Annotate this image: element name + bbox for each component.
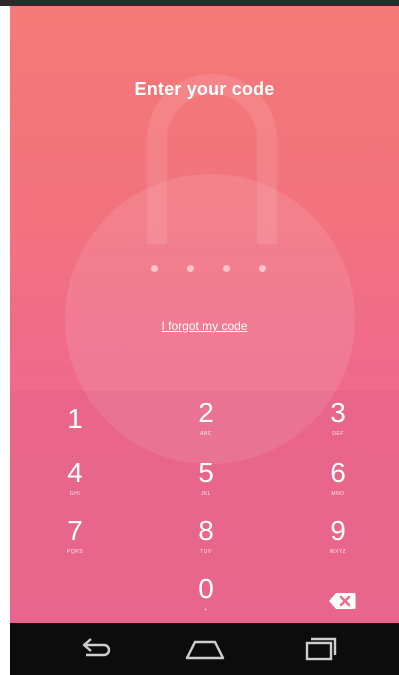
recents-icon — [305, 637, 337, 661]
key-letters: DEF — [332, 431, 344, 437]
lock-screen: Enter your code I forgot my code 1 2 ABC… — [10, 6, 399, 623]
key-8[interactable]: 8 TUV — [166, 515, 246, 556]
key-letters: GHI — [69, 491, 81, 497]
page-title: Enter your code — [134, 79, 275, 99]
key-1[interactable]: 1 — [35, 404, 115, 437]
key-letters: PQRS — [66, 549, 84, 555]
recents-button[interactable] — [297, 636, 341, 662]
pin-dot — [151, 265, 158, 272]
key-digit: 3 — [330, 397, 346, 428]
key-digit: 4 — [67, 457, 83, 488]
key-letters: MNO — [331, 491, 345, 497]
key-letters: ABC — [200, 431, 212, 437]
pin-dot — [259, 265, 266, 272]
key-letters: TUV — [200, 549, 212, 555]
key-7[interactable]: 7 PQRS — [35, 515, 115, 556]
pin-dot — [223, 265, 230, 272]
navigation-bar — [10, 623, 399, 675]
back-button[interactable] — [72, 636, 116, 662]
forgot-code-link[interactable]: I forgot my code — [10, 319, 399, 333]
key-digit: 8 — [198, 515, 214, 546]
key-digit: 1 — [67, 403, 83, 434]
key-letters: + — [204, 607, 208, 613]
key-0[interactable]: 0 + — [166, 573, 246, 614]
back-icon — [82, 638, 111, 657]
home-icon — [185, 640, 225, 660]
pin-dots — [151, 265, 271, 275]
key-digit: 6 — [330, 457, 346, 488]
key-letters: WXYZ — [329, 549, 347, 555]
key-digit: 2 — [198, 397, 214, 428]
key-4[interactable]: 4 GHI — [35, 457, 115, 498]
key-digit: 9 — [330, 515, 346, 546]
backspace-button[interactable] — [328, 592, 356, 610]
key-3[interactable]: 3 DEF — [298, 397, 378, 438]
key-2[interactable]: 2 ABC — [166, 397, 246, 438]
key-digit: 5 — [198, 457, 214, 488]
home-button[interactable] — [183, 636, 227, 662]
key-digit: 7 — [67, 515, 83, 546]
key-digit: 0 — [198, 573, 214, 604]
key-letters: JKL — [200, 491, 212, 497]
pin-dot — [187, 265, 194, 272]
key-6[interactable]: 6 MNO — [298, 457, 378, 498]
backspace-icon — [329, 593, 356, 609]
key-9[interactable]: 9 WXYZ — [298, 515, 378, 556]
key-5[interactable]: 5 JKL — [166, 457, 246, 498]
